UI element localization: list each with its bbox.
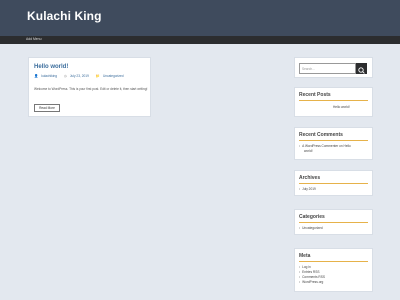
widget-title: Meta [299, 253, 311, 259]
widget-divider [299, 222, 368, 223]
primary-navbar: Add Menu [0, 36, 400, 44]
search-icon [358, 67, 365, 74]
search-button[interactable] [356, 63, 367, 74]
categories-list: • Uncategorized [299, 226, 323, 231]
bullet-icon: • [299, 144, 301, 148]
bullet-icon: • [299, 280, 301, 284]
recent-comments-widget: Recent Comments • A WordPress Commenter o… [294, 127, 373, 160]
site-title[interactable]: Kulachi King [27, 9, 102, 23]
meta-link-wordpress[interactable]: • WordPress.org [299, 280, 325, 285]
clock-icon: ◷ [63, 74, 67, 78]
widget-title: Recent Posts [299, 92, 331, 98]
folder-icon: 📁 [95, 74, 100, 78]
search-widget: Search... [294, 57, 373, 78]
widget-divider [299, 100, 368, 101]
list-item[interactable]: world! [299, 149, 351, 154]
archive-link[interactable]: • July 2019 [299, 187, 316, 192]
meta-list: • Log in • Entries RSS • Comments RSS • Word… [299, 265, 325, 285]
recent-posts-list: Hello world! [333, 105, 350, 110]
search-input[interactable]: Search... [299, 63, 356, 74]
post-author[interactable]: 👤 kulachiking [34, 74, 60, 78]
post-date[interactable]: ◷ July 23, 2019 [64, 74, 92, 78]
archives-list: • July 2019 [299, 187, 316, 192]
widget-divider [299, 140, 368, 141]
post-category[interactable]: 📁 Uncategorized [96, 74, 127, 78]
recent-comments-list: • A WordPress Commenter on Hello world! [299, 144, 351, 154]
post-title[interactable]: Hello world! [34, 64, 68, 70]
site-header: Kulachi King [0, 0, 400, 36]
post-meta: 👤 kulachiking ◷ July 23, 2019 📁 Uncategoriz… [34, 74, 130, 78]
meta-widget: Meta • Log in • Entries RSS • Comments RSS … [294, 248, 373, 292]
categories-widget: Categories • Uncategorized [294, 209, 373, 235]
recent-post-link[interactable]: Hello world! [333, 105, 350, 110]
recent-posts-widget: Recent Posts Hello world! [294, 87, 373, 117]
user-icon: 👤 [34, 74, 39, 78]
read-more-button[interactable]: Read More [34, 104, 60, 112]
category-link[interactable]: • Uncategorized [299, 226, 323, 231]
archives-widget: Archives • July 2019 [294, 170, 373, 196]
widget-title: Recent Comments [299, 132, 343, 138]
bullet-icon: • [299, 226, 301, 230]
post-card: Hello world! 👤 kulachiking ◷ July 23, 2019… [28, 57, 151, 117]
widget-title: Categories [299, 214, 325, 220]
post-excerpt: Welcome to WordPress. This is your first… [34, 87, 148, 91]
widget-divider [299, 183, 368, 184]
widget-divider [299, 261, 368, 262]
bullet-icon: • [299, 187, 301, 191]
nav-item-add-menu[interactable]: Add Menu [26, 37, 41, 41]
widget-title: Archives [299, 175, 321, 181]
